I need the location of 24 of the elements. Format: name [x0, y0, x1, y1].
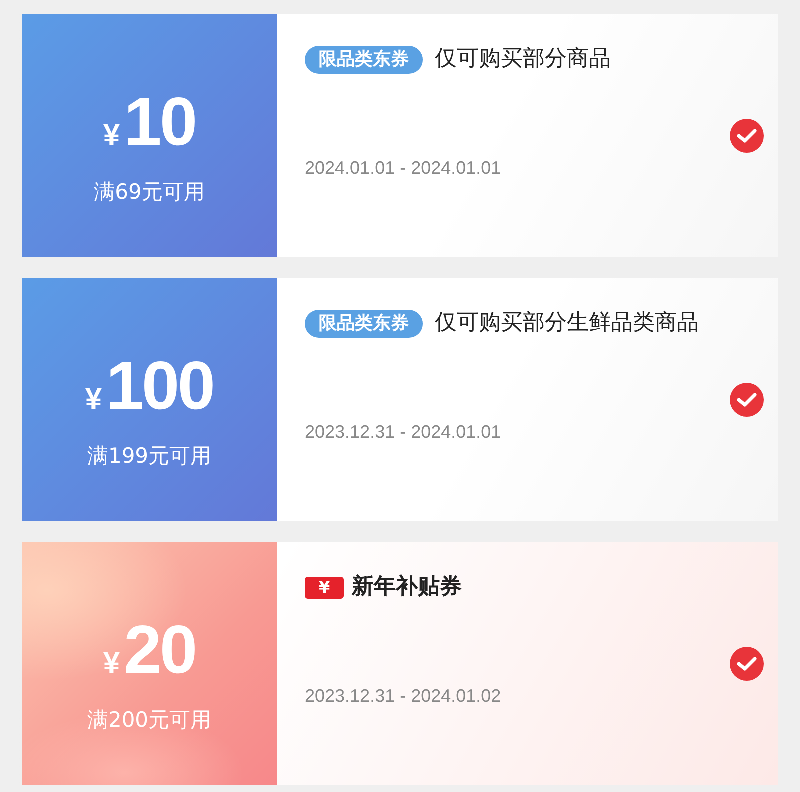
coupon-description: 仅可购买部分商品 [435, 46, 611, 72]
coupon-card[interactable]: ¥100 满199元可用 限品类东券 仅可购买部分生鲜品类商品 2023.12.31 - 2024.01.01 [22, 278, 778, 521]
coupon-tag: 限品类东券 [305, 46, 423, 74]
coupon-amount: 100 [106, 352, 214, 420]
coupon-amount: 10 [124, 88, 196, 156]
currency-symbol: ¥ [103, 118, 120, 152]
coupon-tag: 限品类东券 [305, 310, 423, 338]
coupon-description: 仅可购买部分生鲜品类商品 [435, 310, 699, 336]
usage-condition: 满199元可用 [87, 442, 212, 470]
coupon-amount: 20 [124, 616, 196, 684]
check-icon[interactable] [730, 382, 764, 416]
validity-period: 2024.01.01 - 2024.01.01 [305, 158, 502, 178]
currency-symbol: ¥ [85, 382, 102, 416]
coupon-badge: ¥ [305, 576, 344, 599]
check-icon[interactable] [730, 646, 764, 680]
validity-period: 2023.12.31 - 2024.01.02 [305, 686, 502, 706]
coupon-card[interactable]: ¥10 满69元可用 限品类东券 仅可购买部分商品 2024.01.01 - 2024.01.01 [22, 14, 778, 257]
coupon-title: 新年补贴券 [352, 574, 462, 600]
validity-period: 2023.12.31 - 2024.01.01 [305, 422, 502, 442]
coupon-card[interactable]: ¥20 满200元可用 ¥ 新年补贴券 2023.12.31 - 2024.01.02 [22, 542, 778, 785]
usage-condition: 满69元可用 [94, 178, 205, 206]
usage-condition: 满200元可用 [87, 706, 212, 734]
check-icon[interactable] [730, 118, 764, 152]
currency-symbol: ¥ [103, 646, 120, 680]
